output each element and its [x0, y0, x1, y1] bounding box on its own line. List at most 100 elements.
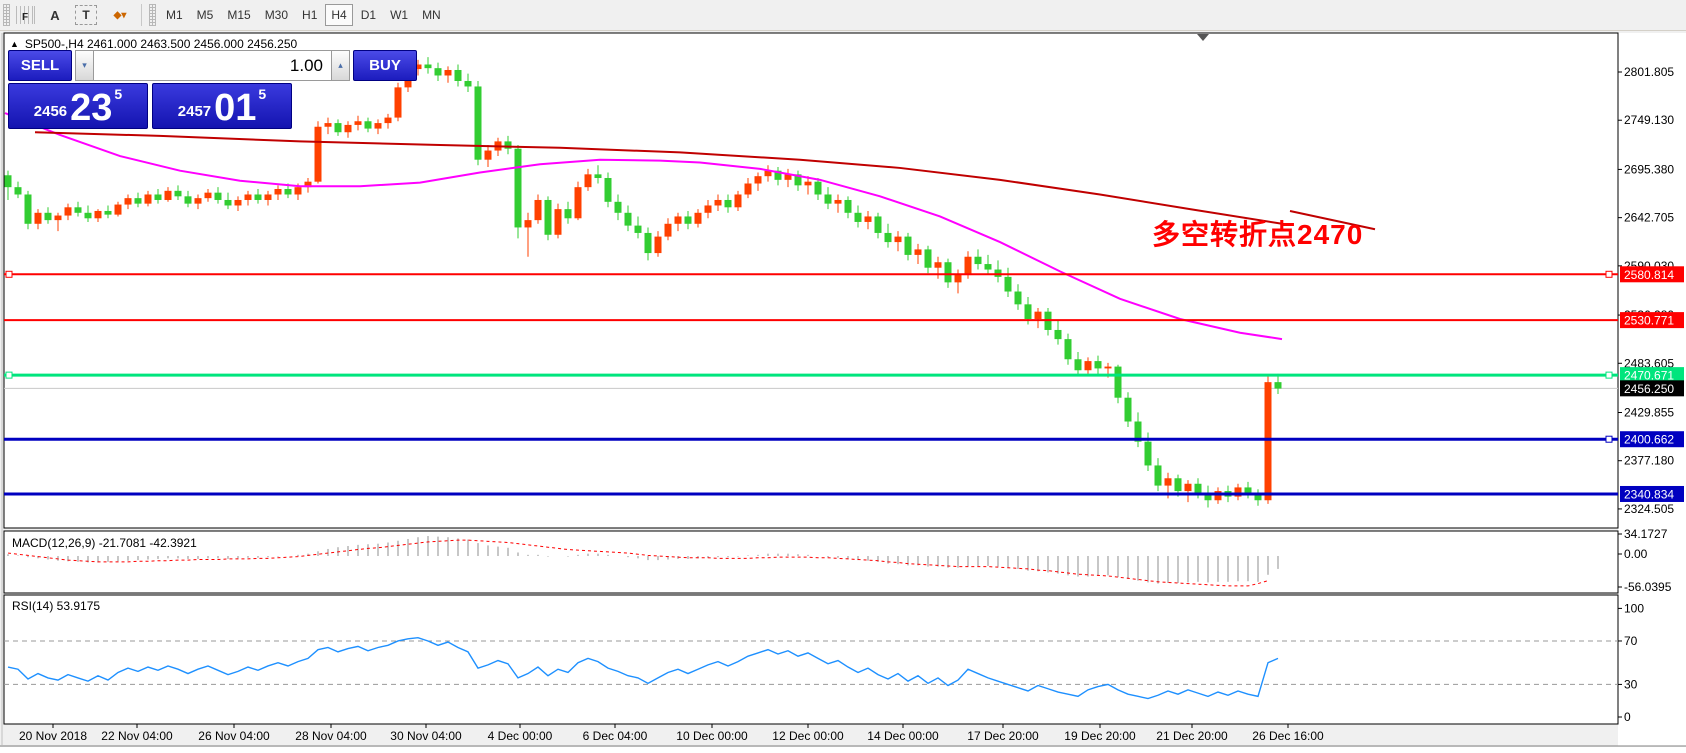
candle-body: [215, 193, 222, 200]
candle-body: [595, 174, 602, 178]
candle-body: [55, 216, 62, 221]
volume-down-button[interactable]: ▾: [75, 50, 94, 81]
candle-body: [895, 237, 902, 242]
timeframe-button-M30[interactable]: M30: [259, 4, 294, 26]
time-tick-label: 26 Nov 04:00: [198, 729, 270, 743]
candle-body: [695, 213, 702, 224]
buy-price-sup: 5: [258, 86, 266, 102]
candle-body: [115, 205, 122, 215]
candle-body: [205, 193, 212, 198]
candle-body: [855, 213, 862, 222]
candle-body: [1175, 478, 1182, 491]
timeframe-button-M5[interactable]: M5: [191, 4, 220, 26]
level-line-handle[interactable]: [6, 372, 12, 378]
candle-body: [935, 262, 942, 267]
chart-annotation-text[interactable]: 多空转折点2470: [1152, 213, 1363, 253]
level-line-handle[interactable]: [6, 271, 12, 277]
rsi-label: RSI(14) 53.9175: [12, 599, 100, 613]
volume-input[interactable]: [94, 50, 331, 81]
candle-body: [815, 182, 822, 195]
candle-body: [1085, 361, 1092, 370]
macd-label: MACD(12,26,9) -21.7081 -42.3921: [12, 536, 197, 550]
candle-body: [225, 200, 232, 205]
candle-body: [995, 270, 1002, 277]
candle-body: [1005, 277, 1012, 292]
svg-text:2456.250: 2456.250: [1624, 382, 1674, 396]
candle-body: [1275, 382, 1282, 388]
candle-body: [155, 194, 162, 199]
sell-price-display[interactable]: 2456 23 5: [8, 83, 148, 129]
timeframe-button-H1[interactable]: H1: [296, 4, 323, 26]
toolbar: FAT ◆▾ M1M5M15M30H1H4D1W1MN: [0, 0, 1686, 31]
timeframe-button-D1[interactable]: D1: [355, 4, 382, 26]
price-tick-label: 2429.855: [1624, 405, 1674, 419]
candle-body: [85, 213, 92, 218]
buy-price-display[interactable]: 2457 01 5: [152, 83, 292, 129]
panel-background: [4, 531, 1618, 593]
buy-button[interactable]: BUY: [353, 50, 417, 81]
level-line-handle[interactable]: [1606, 271, 1612, 277]
candle-body: [325, 123, 332, 127]
candle-body: [145, 194, 152, 203]
candle-body: [865, 216, 872, 221]
candle-body: [535, 200, 542, 220]
candle-body: [575, 187, 582, 218]
time-tick-label: 26 Dec 16:00: [1252, 729, 1324, 743]
text-a-icon[interactable]: A: [41, 3, 69, 27]
one-click-collapse-icon[interactable]: ▲: [10, 40, 19, 49]
candle-body: [1015, 292, 1022, 305]
timeframe-button-M15[interactable]: M15: [221, 4, 256, 26]
candle-body: [285, 189, 292, 194]
candle-body: [365, 121, 372, 128]
text-label-icon[interactable]: T: [75, 5, 97, 25]
candle-body: [1145, 442, 1152, 466]
candle-body: [245, 194, 252, 199]
candle-body: [875, 216, 882, 232]
candle-body: [35, 213, 42, 224]
candle-body: [805, 182, 812, 186]
time-tick-label: 4 Dec 00:00: [488, 729, 553, 743]
candle-body: [125, 198, 132, 204]
candle-body: [395, 87, 402, 117]
panel-background: [4, 595, 1618, 724]
candle-body: [665, 224, 672, 237]
candle-body: [605, 178, 612, 202]
level-price-tag: 2580.814: [1620, 266, 1684, 282]
candle-body: [295, 187, 302, 194]
objects-dropdown-icon[interactable]: ◆▾: [103, 3, 137, 27]
candle-body: [185, 196, 192, 203]
one-click-trading-panel: SELL ▾ ▴ BUY 2456 23 5 2457 01 5: [8, 50, 292, 129]
timeframe-button-M1[interactable]: M1: [160, 4, 189, 26]
candle-body: [625, 213, 632, 226]
sell-price-sup: 5: [114, 86, 122, 102]
volume-up-button[interactable]: ▴: [331, 50, 350, 81]
toolbar-drag-handle[interactable]: [3, 4, 10, 26]
dotted-grid-f-icon[interactable]: F: [15, 6, 35, 24]
candle-body: [745, 184, 752, 195]
candle-body: [1125, 398, 1132, 422]
timeframe-button-H4[interactable]: H4: [325, 4, 352, 26]
candle-body: [565, 209, 572, 218]
price-tick-label: 2324.505: [1624, 502, 1674, 516]
candle-body: [1025, 304, 1032, 319]
candle-body: [1115, 367, 1122, 398]
level-line-handle[interactable]: [1606, 436, 1612, 442]
timeframe-drag-handle[interactable]: [149, 4, 156, 26]
level-line-handle[interactable]: [1606, 372, 1612, 378]
timeframe-button-MN[interactable]: MN: [416, 4, 447, 26]
level-price-tag: 2530.771: [1620, 312, 1684, 328]
time-tick-label: 21 Dec 20:00: [1156, 729, 1228, 743]
sell-button[interactable]: SELL: [8, 50, 72, 81]
candle-body: [1105, 367, 1112, 369]
candle-body: [955, 275, 962, 282]
candle-body: [75, 207, 82, 212]
buy-price-prefix: 2457: [178, 103, 211, 120]
candle-body: [175, 191, 182, 196]
candle-body: [275, 189, 282, 194]
level-price-tag: 2340.834: [1620, 486, 1684, 502]
candle-body: [475, 86, 482, 159]
timeframe-group: M1M5M15M30H1H4D1W1MN: [159, 4, 448, 26]
symbol-info: ▲ SP500-,H4 2461.000 2463.500 2456.000 2…: [10, 37, 297, 51]
timeframe-button-W1[interactable]: W1: [384, 4, 414, 26]
candle-body: [1215, 491, 1222, 500]
